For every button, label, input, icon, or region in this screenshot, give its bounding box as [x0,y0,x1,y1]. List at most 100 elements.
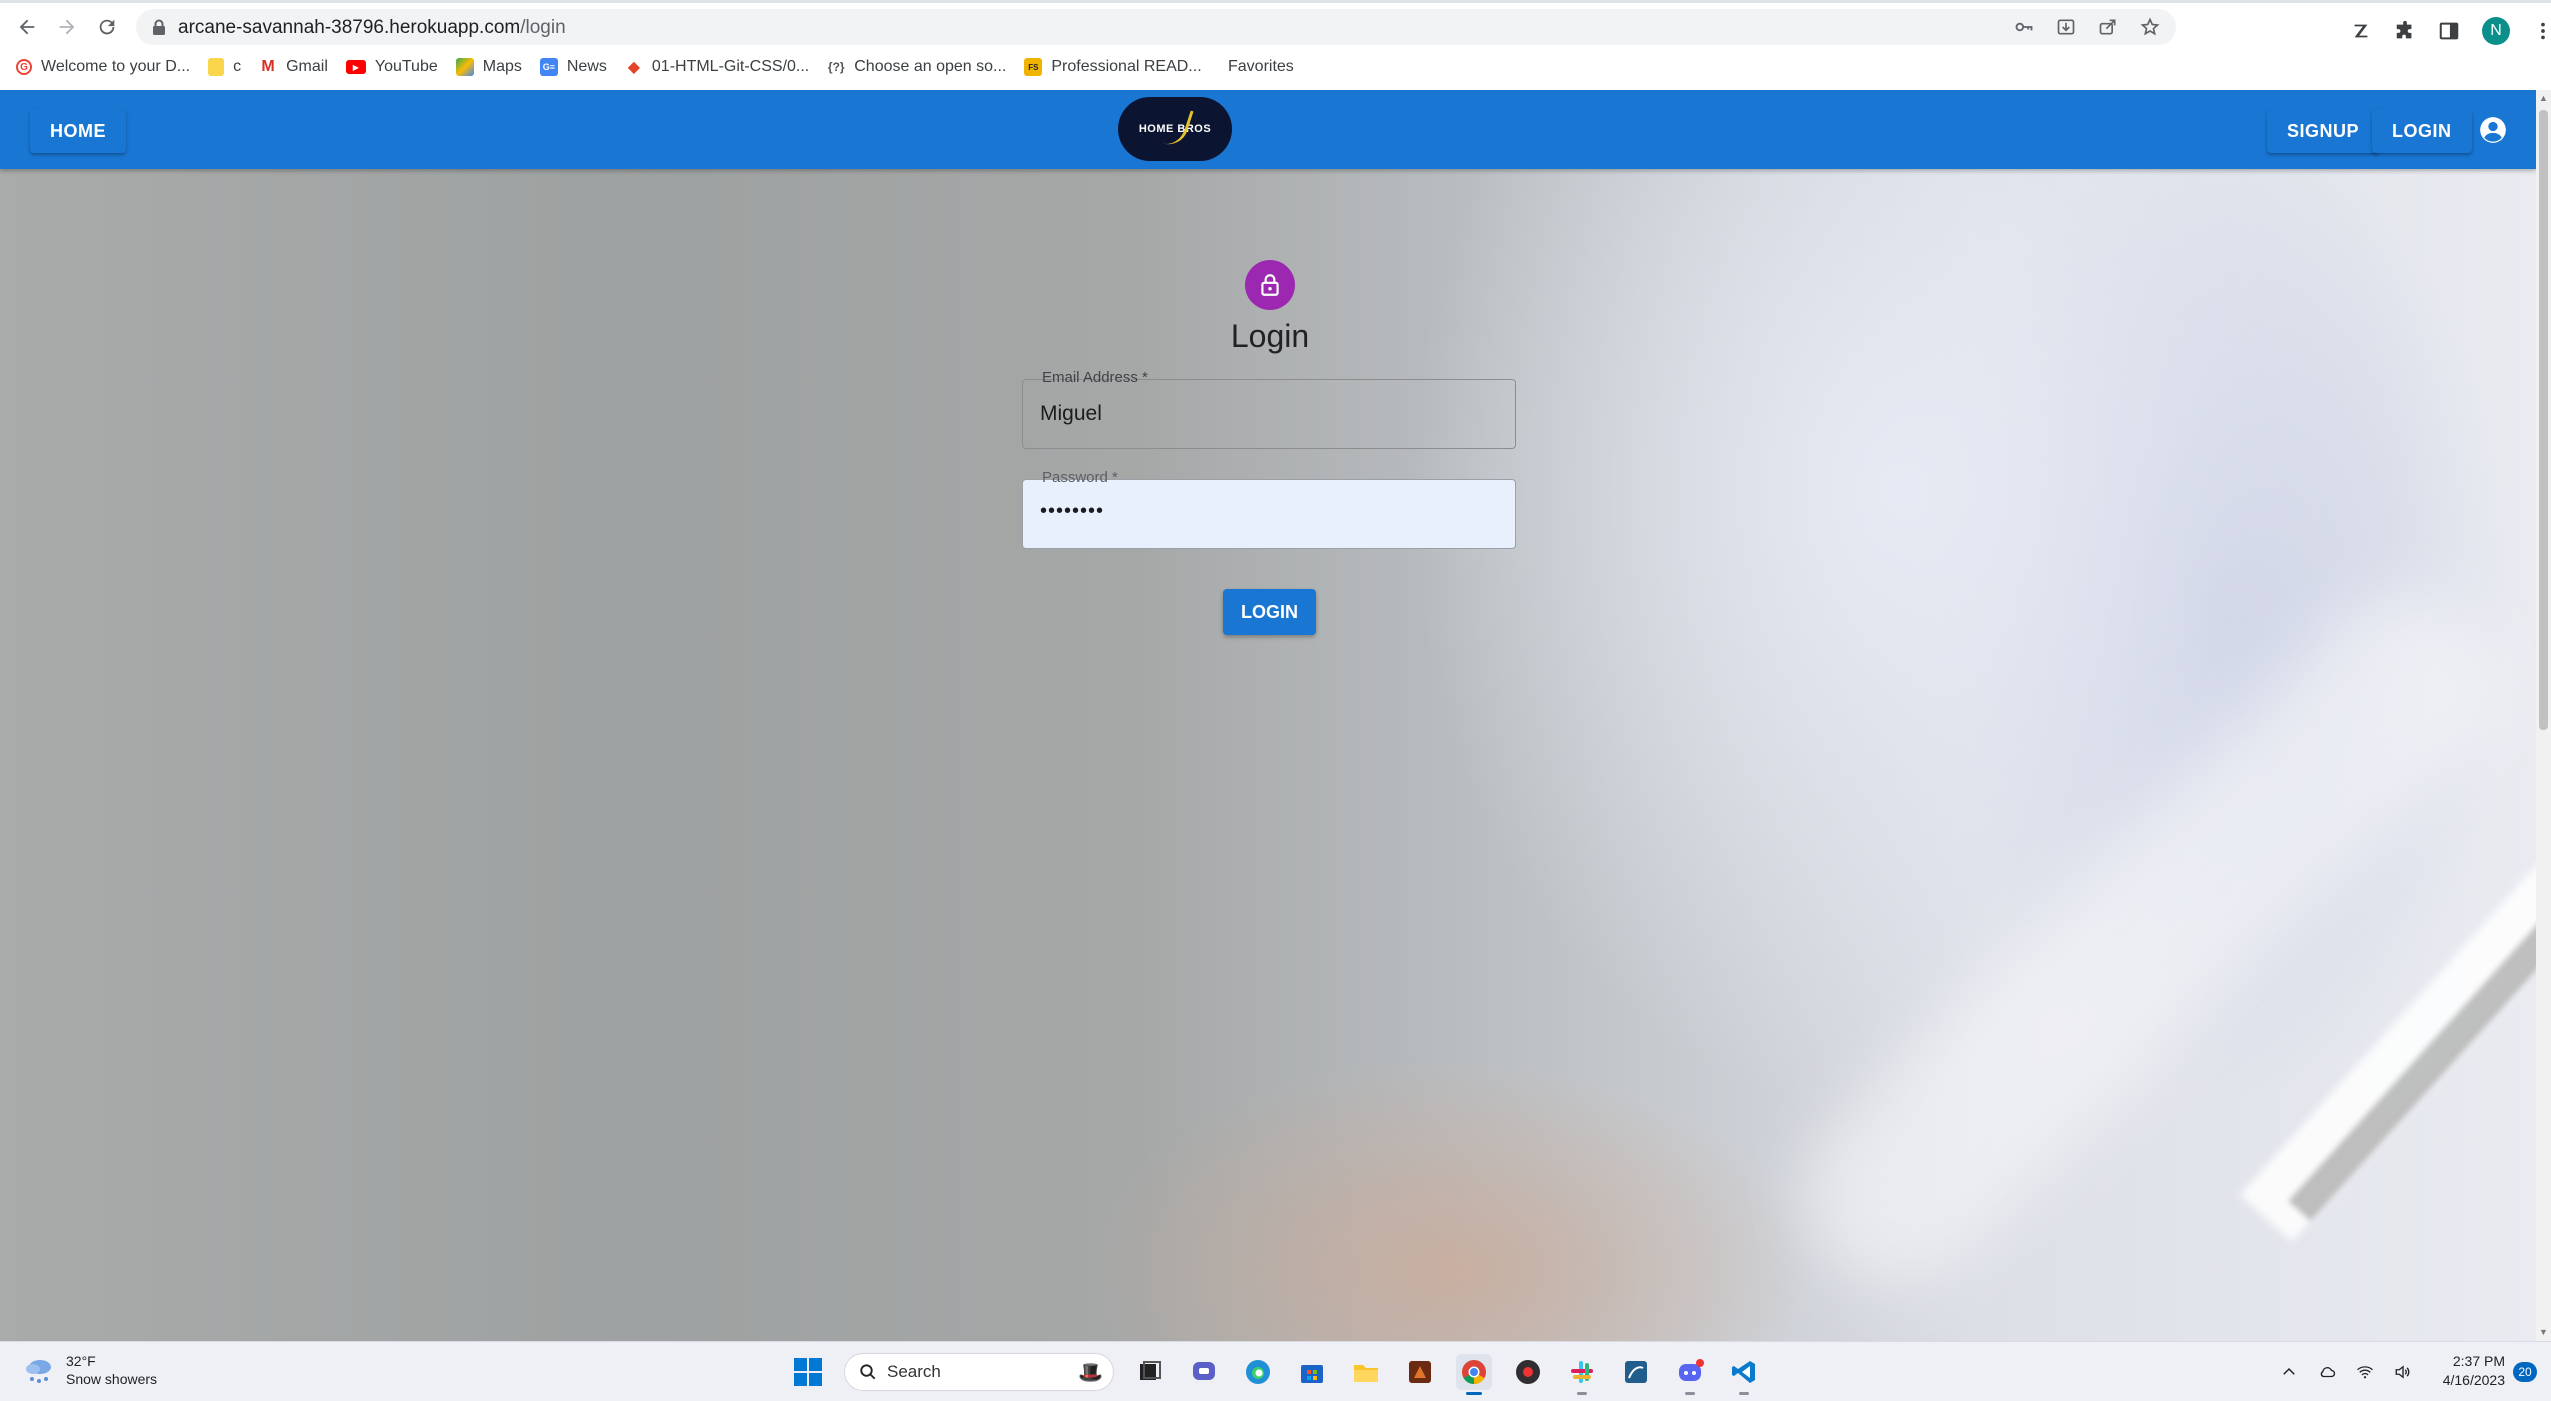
bookmark-item[interactable]: {?} Choose an open so... [827,58,1006,76]
toolbar-right: N [2350,16,2551,46]
zotero-extension-icon[interactable] [2350,20,2372,42]
lock-icon [153,19,165,35]
edge-icon [1246,1360,1270,1384]
weather-desc: Snow showers [66,1371,158,1387]
start-button[interactable] [790,1354,826,1390]
forward-button[interactable] [52,12,82,42]
system-tray [2280,1354,2412,1390]
weather-temp: 32°F [66,1353,96,1369]
bookmark-item[interactable]: FS Professional READ... [1024,58,1202,76]
bookmarks-bar: G Welcome to your D... c M Gmail ▶ YouTu… [0,52,2551,82]
teams-chat-icon [1193,1362,1215,1380]
share-icon[interactable] [2098,17,2118,37]
key-icon[interactable] [2014,17,2034,37]
scroll-thumb[interactable] [2539,110,2548,730]
volume-icon[interactable] [2394,1363,2412,1381]
address-row: arcane-savannah-38796.herokuapp.com/logi… [0,6,2551,48]
slack-app[interactable] [1564,1354,1600,1395]
page-scrollbar[interactable]: ▲ ▼ [2536,90,2551,1341]
mysql-app[interactable] [1618,1354,1654,1390]
running-indicator [1739,1392,1749,1395]
edge-app[interactable] [1240,1354,1276,1390]
wifi-icon[interactable] [2356,1363,2374,1381]
favorites-folder[interactable]: Favorites [1228,52,1294,82]
game-app[interactable] [1402,1354,1438,1390]
store-app[interactable] [1294,1354,1330,1390]
file-explorer-app[interactable] [1348,1354,1384,1390]
password-label: Password * [1037,469,1123,486]
news-icon: G≡ [539,58,558,76]
running-indicator [1685,1392,1695,1395]
arrow-right-icon [59,19,75,35]
scroll-up-icon[interactable]: ▲ [2539,94,2548,103]
kebab-menu-icon[interactable] [2532,20,2551,42]
discord-app[interactable] [1672,1354,1708,1395]
weather-text: 32°F Snow showers [66,1352,157,1388]
search-icon [860,1364,876,1380]
teams-app[interactable] [1186,1354,1222,1390]
email-field[interactable]: Email Address * Miguel [1022,369,1516,449]
running-indicator [1577,1392,1587,1395]
bookmark-item[interactable]: ▶ YouTube [345,58,438,76]
snow-cloud-icon [26,1360,51,1383]
game-icon [1409,1361,1431,1383]
taskbar-search[interactable]: Search 🎩 [844,1353,1114,1391]
clock-date: 4/16/2023 [2442,1372,2505,1388]
slack-icon [1571,1361,1593,1383]
bookmark-label: 01-HTML-Git-CSS/0... [651,58,810,75]
bookmark-item[interactable]: c [208,58,241,76]
cloud-icon[interactable] [2318,1363,2336,1381]
bookmark-label: Welcome to your D... [41,58,191,75]
store-icon [1301,1365,1323,1383]
lock-avatar [1245,260,1295,310]
account-circle-icon[interactable] [2479,116,2507,144]
bookmark-item[interactable]: Maps [455,58,522,76]
taskbar-clock[interactable]: 2:37 PM 4/16/2023 [2420,1352,2505,1390]
site-logo[interactable]: HOME BROS [1118,97,1232,161]
search-highlight-icon: 🎩 [1078,1362,1103,1384]
chevron-up-icon[interactable] [2280,1363,2298,1381]
login-submit-button[interactable]: LOGIN [1223,589,1316,635]
bookmark-item[interactable]: G≡ News [539,58,607,76]
bookmark-label: News [566,58,607,75]
scroll-down-icon[interactable]: ▼ [2539,1328,2548,1337]
puzzle-icon[interactable] [2394,20,2416,42]
task-view-button[interactable] [1132,1354,1168,1390]
folder-icon [208,58,225,76]
weather-widget[interactable]: 32°F Snow showers [22,1352,157,1388]
bookmark-item[interactable]: G Welcome to your D... [16,58,190,76]
browser-chrome: arcane-savannah-38796.herokuapp.com/logi… [0,0,2551,90]
bookmark-label: c [233,58,242,75]
notification-badge[interactable]: 20 [2513,1362,2537,1382]
app-bar: HOME HOME BROS SIGNUP LOGIN [0,90,2536,169]
fs-icon: FS [1024,58,1043,76]
question-icon: {?} [827,60,845,74]
bookmark-label: Choose an open so... [854,58,1007,75]
url-host: arcane-savannah-38796.herokuapp.com [178,17,521,38]
password-input[interactable]: •••••••• [1040,500,1104,523]
back-button[interactable] [12,12,42,42]
mysql-icon [1625,1361,1647,1383]
side-panel-icon[interactable] [2438,20,2460,42]
password-field[interactable]: Password * •••••••• [1022,469,1516,549]
star-icon[interactable] [2140,17,2160,37]
favorites-label: Favorites [1228,58,1294,75]
vscode-app[interactable] [1726,1354,1762,1395]
signup-button[interactable]: SIGNUP [2267,109,2380,153]
email-input[interactable]: Miguel [1040,402,1102,426]
login-nav-button[interactable]: LOGIN [2372,109,2472,153]
folder-icon [1354,1365,1378,1382]
address-bar[interactable]: arcane-savannah-38796.herokuapp.com/logi… [136,9,2176,45]
chrome-app[interactable] [1456,1354,1492,1395]
install-icon[interactable] [2056,17,2076,37]
bookmark-item[interactable]: M Gmail [259,58,327,76]
omnibox-icons [2014,9,2176,45]
url-text: arcane-savannah-38796.herokuapp.com/logi… [178,17,566,39]
home-button[interactable]: HOME [30,109,126,153]
bookmark-item[interactable]: ◆ 01-HTML-Git-CSS/0... [625,58,810,76]
youtube-icon: ▶ [345,60,366,74]
profile-avatar[interactable]: N [2482,17,2510,45]
reload-button[interactable] [92,12,122,42]
obs-app[interactable] [1510,1354,1546,1390]
maps-icon [455,58,474,76]
